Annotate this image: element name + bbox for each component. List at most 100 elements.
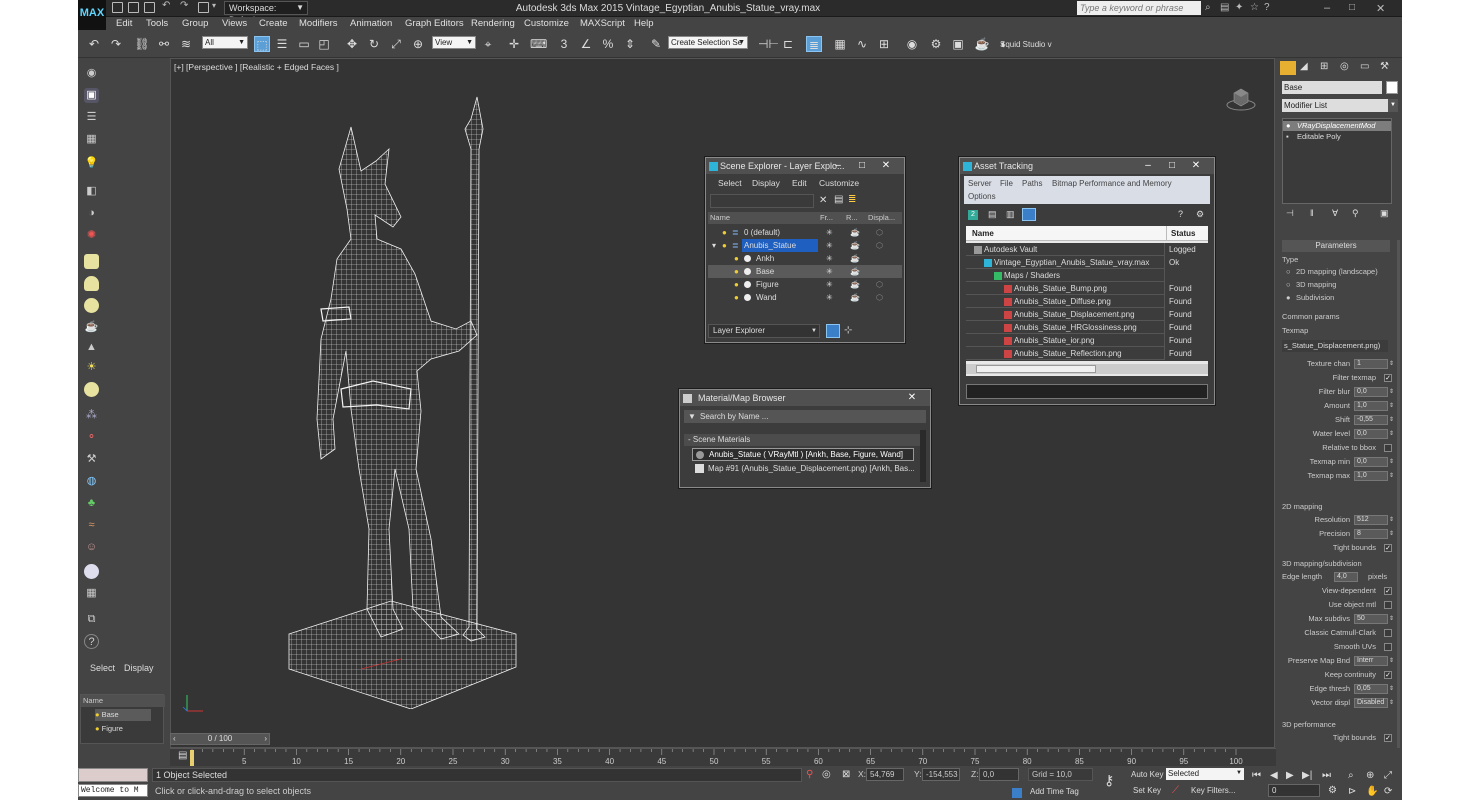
particle-icon[interactable]: ✺ <box>84 228 99 243</box>
spinner-icon[interactable]: ⇕ <box>1389 528 1394 540</box>
pivot-center-icon[interactable]: ⌖ <box>480 36 496 52</box>
radio-3d-mapping[interactable]: ○ 3D mapping <box>1282 279 1394 291</box>
tab-display[interactable]: Display <box>124 663 154 673</box>
spinner-icon[interactable]: ⇕ <box>1389 400 1394 412</box>
stack-item[interactable]: ● VRayDisplacementMod <box>1283 121 1391 131</box>
menu-bitmap-performance[interactable]: Bitmap Performance and Memory <box>1052 179 1172 188</box>
menu-help[interactable]: Help <box>634 17 654 31</box>
menu-customize[interactable]: Customize <box>524 17 569 31</box>
configure-sets-icon[interactable]: ▣ <box>1380 208 1389 219</box>
orbit-icon[interactable]: ⟳ <box>1384 786 1392 797</box>
plane-icon[interactable] <box>84 254 99 269</box>
selection-filter-dropdown[interactable]: All ▼ <box>202 36 248 49</box>
zoom-all-icon[interactable]: ⊕ <box>1366 770 1374 781</box>
vertical-scrollbar[interactable] <box>920 430 926 482</box>
globe-icon[interactable]: ◍ <box>84 474 99 489</box>
percent-snap-icon[interactable]: % <box>600 36 616 52</box>
field-of-view-icon[interactable]: ⊳ <box>1348 786 1356 797</box>
timeline[interactable]: 0510152025303540455055606570758085909510… <box>170 748 1276 766</box>
align-icon[interactable]: ⊏ <box>780 36 796 52</box>
render-icon[interactable]: ☕ <box>850 252 860 265</box>
rendered-frame-window-icon[interactable]: ▣ <box>950 36 966 52</box>
tree-row[interactable]: ● Figure ✳ ☕ ⬡ <box>708 278 902 291</box>
checkbox[interactable] <box>1384 444 1392 452</box>
menu-file[interactable]: File <box>1000 179 1013 188</box>
quick-access-dropdown-icon[interactable]: ▾ <box>212 1 223 12</box>
select-manipulate-icon[interactable]: ✛ <box>506 36 522 52</box>
menu-group[interactable]: Group <box>182 17 208 31</box>
checkbox-checked[interactable]: ✓ <box>1384 671 1392 679</box>
checkbox[interactable] <box>1384 643 1392 651</box>
keyboard-shortcut-icon[interactable]: ⌨ <box>530 36 547 52</box>
remove-modifier-icon[interactable]: ⚲ <box>1352 208 1359 219</box>
motion-tab-icon[interactable]: ◎ <box>1340 61 1349 72</box>
set-key-button[interactable]: Set Key <box>1133 786 1161 795</box>
teapot-icon[interactable]: ☕ <box>84 320 99 335</box>
keyword-search-input[interactable]: Type a keyword or phrase <box>1077 1 1201 15</box>
utilities-tab-icon[interactable]: ⚒ <box>1380 61 1389 72</box>
asset-row[interactable]: Anubis_Statue_Diffuse.png Found <box>966 295 1208 308</box>
asset-path-field[interactable] <box>966 384 1208 399</box>
reference-coordinate-dropdown[interactable]: View ▼ <box>432 36 476 49</box>
frame-slider[interactable]: ‹ 0 / 100 › <box>170 733 270 745</box>
asset-tracking-title-bar[interactable]: Asset Tracking – □ ✕ <box>960 158 1214 174</box>
spinner-icon[interactable]: ⇕ <box>1389 514 1394 526</box>
checkbox[interactable] <box>1384 601 1392 609</box>
checkbox[interactable] <box>1384 629 1392 637</box>
detail-view-icon[interactable]: ▥ <box>1006 209 1015 220</box>
cone-icon[interactable]: ▲ <box>84 340 99 355</box>
spinner-icon[interactable]: ⇕ <box>1389 414 1394 426</box>
zoom-extents-icon[interactable]: ⤢ <box>1384 770 1392 781</box>
spinner-icon[interactable]: ⇕ <box>1389 655 1394 667</box>
rectangular-selection-icon[interactable]: ▭ <box>296 36 312 52</box>
render-icon[interactable]: ☕ <box>850 291 860 304</box>
lock-selection-icon[interactable]: ⚲ <box>806 769 813 780</box>
image-icon[interactable]: ▣ <box>84 88 99 103</box>
prev-frame-icon[interactable]: ‹ <box>173 734 176 744</box>
menu-maxscript[interactable]: MAXScript <box>580 17 625 31</box>
asset-row[interactable]: Maps / Shaders <box>966 269 1208 282</box>
character-icon[interactable]: ☺ <box>84 540 99 555</box>
material-search-input[interactable]: ▼ Search by Name ... <box>684 410 926 423</box>
freeze-icon[interactable]: ✳ <box>826 265 833 278</box>
help-icon[interactable]: ? <box>1264 2 1270 13</box>
viewport-label[interactable]: [+] [Perspective ] [Realistic + Edged Fa… <box>174 62 339 72</box>
window-crossing-icon[interactable]: ◰ <box>316 36 332 52</box>
maximize-icon[interactable]: □ <box>1160 158 1184 174</box>
asset-row[interactable]: Anubis_Statue_Bump.png Found <box>966 282 1208 295</box>
radio-subdivision[interactable]: ● Subdivision <box>1282 292 1394 304</box>
minimize-icon[interactable]: – <box>826 158 850 174</box>
stack-item[interactable]: ▪ Editable Poly <box>1283 132 1391 142</box>
parameter-input[interactable]: 0,0 <box>1354 387 1388 397</box>
curve-editor-icon[interactable]: ∿ <box>854 36 870 52</box>
fur-icon[interactable]: ⁂ <box>84 408 99 423</box>
plant-icon[interactable]: ♣ <box>84 496 99 511</box>
show-end-result-icon[interactable]: ‖ <box>1310 208 1314 218</box>
schematic-view-icon[interactable]: ⊞ <box>876 36 892 52</box>
layer-explorer-icon[interactable]: ≣ <box>806 36 822 52</box>
time-slider-handle[interactable] <box>190 750 194 766</box>
checkbox-checked[interactable]: ✓ <box>1384 734 1392 742</box>
material-section-header[interactable]: - Scene Materials <box>684 434 926 446</box>
open-file-icon[interactable] <box>128 2 139 13</box>
material-item[interactable]: Map #91 (Anubis_Statue_Displacement.png)… <box>692 462 914 475</box>
scene-explorer-search-input[interactable] <box>710 194 814 208</box>
dock-list-header[interactable]: Name <box>81 695 165 707</box>
camera-icon[interactable]: ◧ <box>84 184 99 199</box>
spinner-snap-icon[interactable]: ⇕ <box>622 36 638 52</box>
angle-snap-icon[interactable]: ∠ <box>578 36 594 52</box>
hair-icon[interactable]: ≈ <box>84 518 99 533</box>
zoom-icon[interactable]: ⌕ <box>1348 770 1354 781</box>
display-icon[interactable]: ⬡ <box>876 291 883 304</box>
refresh-icon[interactable]: 2 <box>968 210 978 220</box>
make-unique-icon[interactable]: ∀ <box>1332 208 1338 219</box>
col-display[interactable]: Displa... <box>868 212 895 224</box>
key-filters-button[interactable]: Key Filters... <box>1191 786 1235 795</box>
spinner-icon[interactable]: ⇕ <box>1389 683 1394 695</box>
menu-rendering[interactable]: Rendering <box>471 17 515 31</box>
auto-key-button[interactable]: Auto Key <box>1131 770 1163 779</box>
statue-wireframe[interactable] <box>281 89 541 709</box>
rotate-icon[interactable]: ↻ <box>366 36 382 52</box>
tree-row[interactable]: ● Ankh ✳ ☕ <box>708 252 902 265</box>
absolute-mode-icon[interactable]: ⊠ <box>842 769 850 780</box>
